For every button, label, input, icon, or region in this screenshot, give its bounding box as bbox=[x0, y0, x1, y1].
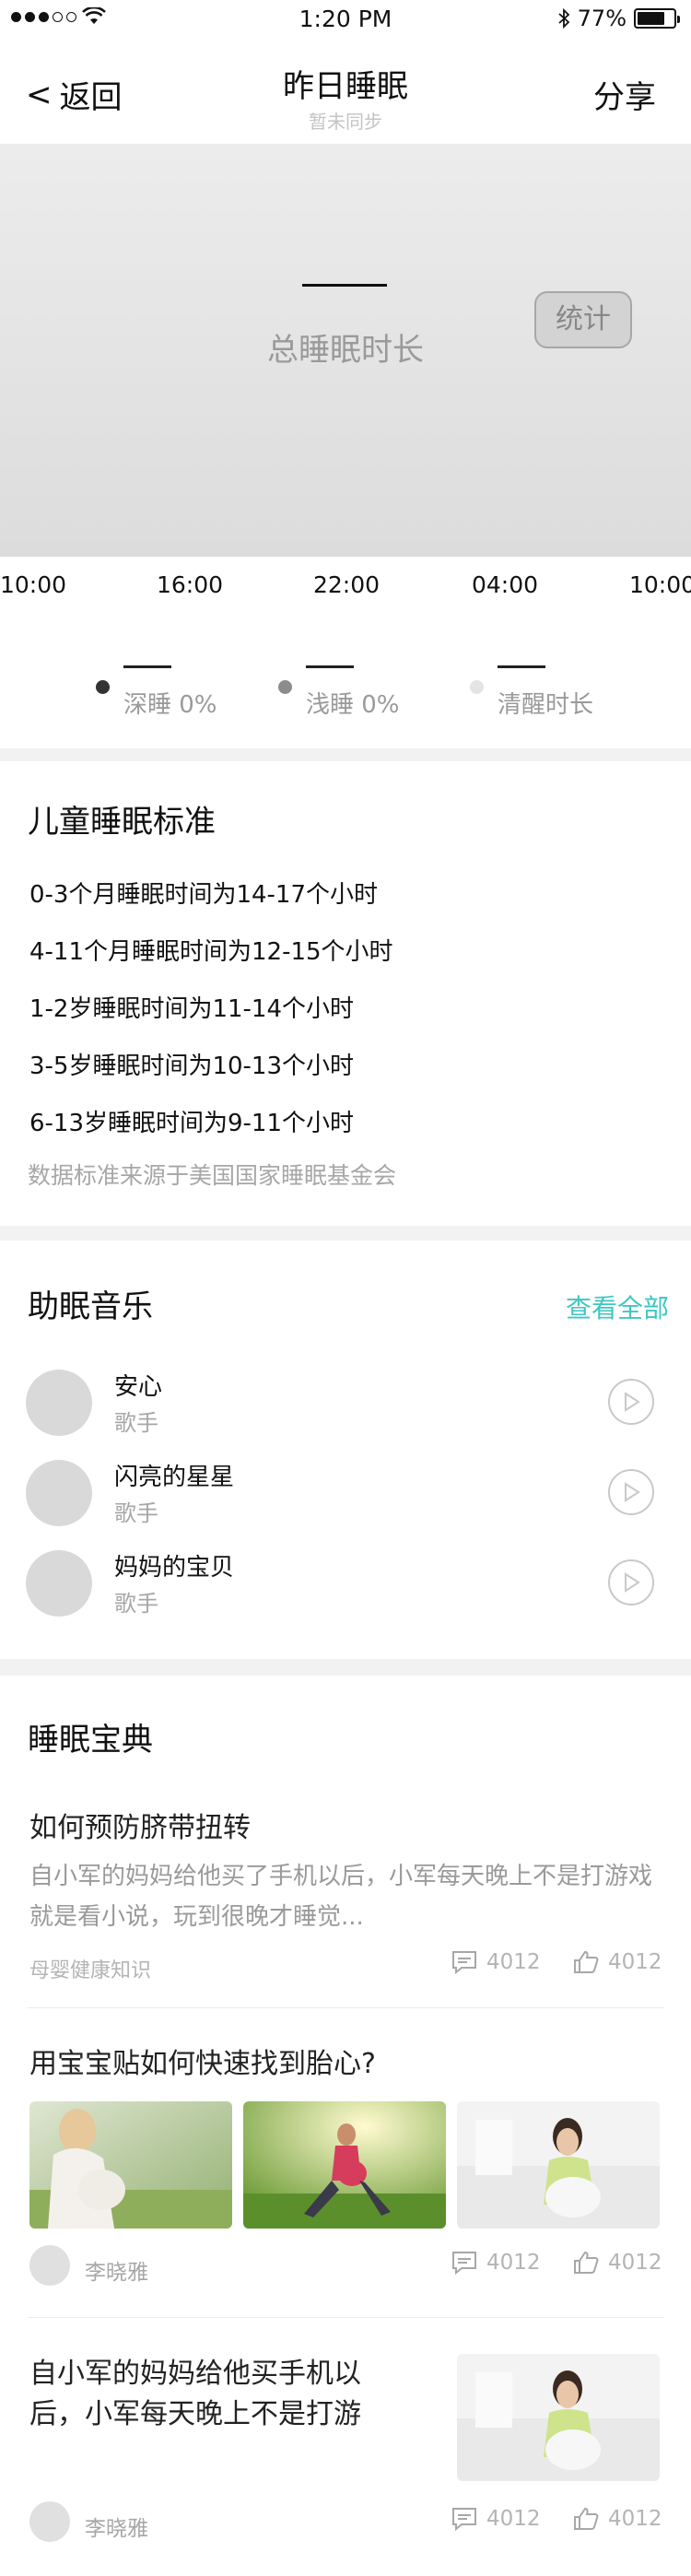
article-title[interactable]: 用宝宝贴如何快速找到胎心? bbox=[29, 2041, 376, 2081]
time-label: 10:00 bbox=[0, 571, 67, 598]
legend-label: 清醒时长 bbox=[498, 691, 594, 719]
like-count[interactable]: 4012 bbox=[573, 1950, 662, 1974]
awake-dot-icon bbox=[470, 680, 484, 694]
song-item[interactable]: 安心 歌手 bbox=[0, 1360, 691, 1443]
play-icon[interactable] bbox=[608, 1469, 654, 1515]
page-title: 昨日睡眠 bbox=[283, 68, 408, 105]
legend-label: 深睡 0% bbox=[123, 691, 217, 719]
see-all-link[interactable]: 查看全部 bbox=[566, 1288, 669, 1325]
total-sleep-value-placeholder bbox=[302, 284, 387, 287]
article-source: 母婴健康知识 bbox=[29, 1959, 152, 1982]
thumbs-up-icon bbox=[574, 2251, 599, 2274]
battery-percent: 77% bbox=[577, 6, 627, 31]
statistics-button[interactable]: 统计 bbox=[534, 291, 632, 348]
song-cover bbox=[26, 1460, 92, 1526]
comment-icon bbox=[452, 2252, 476, 2275]
deep-sleep-dot-icon bbox=[96, 680, 110, 694]
section-title: 睡眠宝典 bbox=[28, 1722, 153, 1759]
battery-icon bbox=[634, 8, 680, 29]
article-image[interactable] bbox=[457, 2101, 660, 2229]
standard-line: 1-2岁睡眠时间为11-14个小时 bbox=[29, 995, 355, 1023]
nav-bar: < 返回 昨日睡眠 暂未同步 分享 bbox=[0, 41, 691, 144]
song-title: 妈妈的宝贝 bbox=[114, 1554, 235, 1582]
play-icon[interactable] bbox=[608, 1379, 654, 1425]
data-source-note: 数据标准来源于美国国家睡眠基金会 bbox=[28, 1162, 397, 1189]
comment-count[interactable]: 4012 bbox=[451, 2251, 541, 2275]
time-label: 10:00 bbox=[629, 571, 691, 598]
avatar bbox=[29, 2501, 70, 2542]
standard-line: 6-13岁睡眠时间为9-11个小时 bbox=[29, 1110, 355, 1137]
divider bbox=[28, 2007, 663, 2008]
play-icon[interactable] bbox=[608, 1559, 654, 1606]
awake-value-placeholder bbox=[498, 665, 545, 668]
song-title: 安心 bbox=[114, 1373, 163, 1401]
article-title[interactable]: 如何预防脐带扭转 bbox=[29, 1805, 251, 1845]
light-sleep-dot-icon bbox=[278, 680, 292, 694]
section-title: 儿童睡眠标准 bbox=[28, 804, 216, 841]
thumbs-up-icon bbox=[574, 1950, 599, 1973]
legend-label: 浅睡 0% bbox=[306, 691, 400, 719]
author-name: 李晓雅 bbox=[85, 2517, 148, 2541]
like-count[interactable]: 4012 bbox=[573, 2251, 662, 2275]
song-title: 闪亮的星星 bbox=[114, 1464, 235, 1491]
status-right: 77% bbox=[557, 6, 680, 31]
article-image[interactable] bbox=[457, 2354, 660, 2481]
article-image[interactable] bbox=[29, 2101, 232, 2229]
like-count[interactable]: 4012 bbox=[573, 2507, 662, 2531]
song-artist: 歌手 bbox=[114, 1500, 158, 1526]
time-label: 16:00 bbox=[157, 571, 224, 598]
sleep-guide-card: 睡眠宝典 如何预防脐带扭转 自小军的妈妈给他买了手机以后，小军每天晚上不是打游戏… bbox=[0, 1676, 691, 2576]
standard-line: 0-3个月睡眠时间为14-17个小时 bbox=[29, 881, 379, 909]
light-sleep-value-placeholder bbox=[306, 665, 354, 668]
sleep-music-card: 助眠音乐 查看全部 安心 歌手 闪亮的星星 歌手 妈妈的宝贝 歌手 bbox=[0, 1241, 691, 1659]
avatar bbox=[29, 2245, 70, 2286]
song-artist: 歌手 bbox=[114, 1410, 158, 1436]
song-cover bbox=[26, 1370, 92, 1436]
comment-count[interactable]: 4012 bbox=[451, 2507, 541, 2531]
sync-status: 暂未同步 bbox=[309, 111, 382, 133]
sleep-standards-card: 儿童睡眠标准 0-3个月睡眠时间为14-17个小时 4-11个月睡眠时间为12-… bbox=[0, 761, 691, 1226]
time-label: 04:00 bbox=[472, 571, 539, 598]
author-name: 李晓雅 bbox=[85, 2261, 148, 2285]
status-bar: 1:20 PM 77% bbox=[0, 0, 691, 41]
share-button[interactable]: 分享 bbox=[593, 72, 656, 117]
time-label: 22:00 bbox=[313, 571, 381, 598]
comment-icon bbox=[452, 2508, 476, 2531]
standard-line: 4-11个月睡眠时间为12-15个小时 bbox=[29, 938, 393, 966]
article-image[interactable] bbox=[243, 2101, 446, 2229]
standard-line: 3-5岁睡眠时间为10-13个小时 bbox=[29, 1053, 355, 1080]
song-item[interactable]: 闪亮的星星 歌手 bbox=[0, 1451, 691, 1534]
sleep-summary-panel: 总睡眠时长 统计 bbox=[0, 144, 691, 557]
deep-sleep-value-placeholder bbox=[123, 665, 171, 668]
sleep-timeline: 10:00 16:00 22:00 04:00 10:00 深睡 0% 浅睡 0… bbox=[0, 557, 691, 748]
bluetooth-icon bbox=[558, 7, 569, 29]
divider bbox=[28, 2317, 663, 2318]
song-item[interactable]: 妈妈的宝贝 歌手 bbox=[0, 1541, 691, 1624]
article-summary: 自小军的妈妈给他买了手机以后，小军每天晚上不是打游戏就是看小说，玩到很晚才睡觉.… bbox=[29, 1863, 653, 1931]
song-cover bbox=[26, 1550, 92, 1617]
section-title: 助眠音乐 bbox=[28, 1288, 153, 1325]
article-title[interactable]: 自小军的妈妈给他买手机以后，小军每天晚上不是打游 bbox=[29, 2354, 380, 2435]
thumbs-up-icon bbox=[574, 2507, 599, 2530]
comment-icon bbox=[452, 1951, 476, 1974]
comment-count[interactable]: 4012 bbox=[451, 1950, 541, 1974]
song-artist: 歌手 bbox=[114, 1591, 158, 1617]
